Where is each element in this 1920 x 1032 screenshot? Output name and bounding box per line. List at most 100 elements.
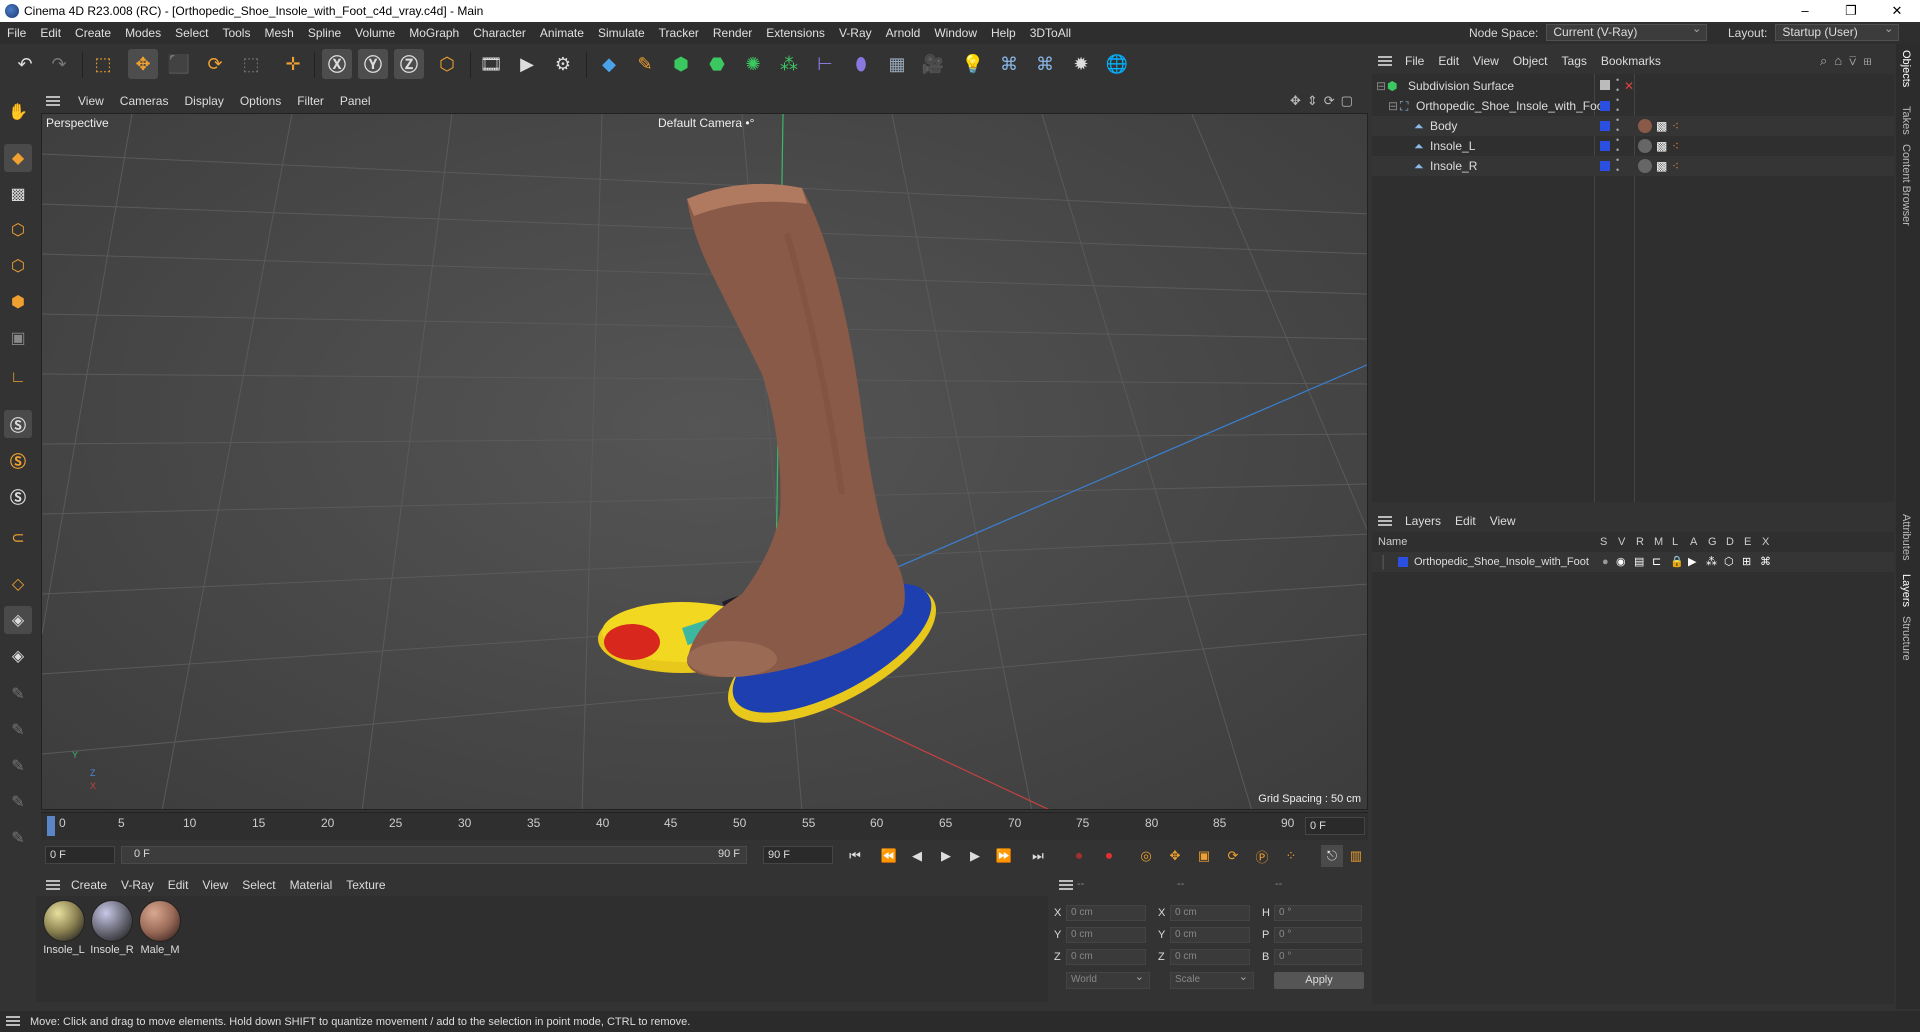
key-rotation-icon[interactable]: ⟳ <box>1222 845 1244 867</box>
layer-menu-edit[interactable]: Edit <box>1448 514 1483 528</box>
uvw-tag-icon[interactable]: ▩ <box>1656 116 1667 136</box>
close-button[interactable]: ✕ <box>1874 0 1920 22</box>
size-z-field[interactable]: 0 cm <box>1170 949 1250 965</box>
workplane-icon[interactable]: ◇ <box>4 570 32 598</box>
render-region-icon[interactable]: 🎞 <box>476 49 506 79</box>
viewport-nav-icon[interactable]: ✥⇕⟳▢ <box>1290 93 1359 109</box>
viewport-menu-view[interactable]: View <box>70 94 112 108</box>
z-axis-lock-icon[interactable]: Ⓩ <box>394 49 424 79</box>
visibility-dots-icon[interactable]: • • <box>1616 135 1619 155</box>
viewport-camera-label[interactable]: Default Camera •° <box>658 116 754 130</box>
timeline-window-icon[interactable]: ▥ <box>1345 845 1367 867</box>
rot-p-field[interactable]: 0 ° <box>1274 927 1362 943</box>
globe-icon[interactable]: 🌐 <box>1102 49 1132 79</box>
menu-help[interactable]: Help <box>984 26 1023 40</box>
redo-icon[interactable]: ↷ <box>44 49 74 79</box>
menu-create[interactable]: Create <box>68 26 118 40</box>
phong-tag-icon[interactable]: ⁖ <box>1672 116 1679 136</box>
material-swatch[interactable]: Male_M <box>137 900 183 956</box>
layer-menu-view[interactable]: View <box>1483 514 1523 528</box>
rot-h-field[interactable]: 0 ° <box>1274 905 1362 921</box>
smooth-icon[interactable]: ✎ <box>4 788 32 816</box>
key-position-icon[interactable]: ✥ <box>1164 845 1186 867</box>
material-menu-create[interactable]: Create <box>64 878 114 892</box>
model-mode-icon[interactable]: ◆ <box>4 144 32 172</box>
camera-icon[interactable]: 🎥 <box>918 49 948 79</box>
viewport-menu-cameras[interactable]: Cameras <box>112 94 177 108</box>
key-scale-icon[interactable]: ▣ <box>1193 845 1215 867</box>
timeline-ruler[interactable]: 0 5 10 15 20 25 30 35 40 45 50 55 60 65 … <box>41 812 1368 840</box>
playhead-marker[interactable] <box>47 816 55 836</box>
layer-xref-icon[interactable]: ⌘ <box>1760 552 1771 572</box>
menu-window[interactable]: Window <box>927 26 984 40</box>
tab-content-browser[interactable]: Content Browser <box>1900 144 1912 226</box>
object-menu-icon[interactable] <box>1378 56 1392 66</box>
object-menu-edit[interactable]: Edit <box>1431 54 1466 68</box>
knife-icon[interactable]: ✎ <box>4 824 32 852</box>
key-parameter-icon[interactable]: Ⓟ <box>1251 845 1273 867</box>
layer-color-swatch[interactable] <box>1398 557 1408 567</box>
layer-color-swatch[interactable] <box>1600 161 1610 171</box>
axis-mode-icon[interactable]: ∟ <box>4 364 32 392</box>
coord-size-mode-dropdown[interactable]: Scale <box>1170 970 1254 989</box>
tab-layers[interactable]: Layers <box>1900 574 1912 607</box>
layer-solo-icon[interactable]: ● <box>1602 552 1609 572</box>
maximize-button[interactable]: ❐ <box>1828 0 1874 22</box>
material-menu-edit[interactable]: Edit <box>161 878 196 892</box>
scale-tool-icon[interactable]: ⬛ <box>164 49 194 79</box>
snap-icon[interactable]: Ⓢ <box>4 410 32 438</box>
light-icon[interactable]: 💡 <box>958 49 988 79</box>
keyframe-selection-icon[interactable]: ◎ <box>1135 845 1157 867</box>
live-selection-icon[interactable]: ⬚ <box>88 49 118 79</box>
floor-icon[interactable]: ▦ <box>882 49 912 79</box>
subdivision-icon[interactable]: ⬢ <box>666 49 696 79</box>
pos-x-field[interactable]: 0 cm <box>1066 905 1146 921</box>
menu-mograph[interactable]: MoGraph <box>402 26 466 40</box>
menu-character[interactable]: Character <box>466 26 533 40</box>
layer-render-icon[interactable]: ▤ <box>1634 552 1644 572</box>
paint-icon[interactable]: ✎ <box>4 716 32 744</box>
motion-path-icon[interactable]: ⎋ <box>1321 845 1343 867</box>
texture-mode-icon[interactable]: ▩ <box>4 180 32 208</box>
material-menu-select[interactable]: Select <box>235 878 282 892</box>
brush-icon[interactable]: ✎ <box>4 752 32 780</box>
menu-render[interactable]: Render <box>706 26 759 40</box>
menu-tools[interactable]: Tools <box>215 26 257 40</box>
layer-row[interactable]: │ Orthopedic_Shoe_Insole_with_Foot ● ◉ ▤… <box>1372 552 1894 572</box>
viewport-menu-filter[interactable]: Filter <box>289 94 332 108</box>
material-tag-icon[interactable] <box>1638 139 1652 153</box>
undo-icon[interactable]: ↶ <box>10 49 40 79</box>
go-to-start-icon[interactable]: ⏮ <box>844 845 866 867</box>
layer-menu-icon[interactable] <box>1378 516 1392 526</box>
menu-select[interactable]: Select <box>168 26 215 40</box>
menu-vray[interactable]: V-Ray <box>832 26 879 40</box>
current-frame-field[interactable]: 0 F <box>1305 817 1365 835</box>
menu-simulate[interactable]: Simulate <box>591 26 652 40</box>
menu-volume[interactable]: Volume <box>348 26 402 40</box>
cloner-icon[interactable]: ⁂ <box>774 49 804 79</box>
cube-icon[interactable]: ◆ <box>594 49 624 79</box>
object-row[interactable]: ⊟ ⬢ Subdivision Surface • • ✕ <box>1372 75 1894 96</box>
autokey-icon[interactable]: ⏺ <box>1098 845 1120 867</box>
disabled-x-icon[interactable]: ✕ <box>1624 76 1634 96</box>
next-key-icon[interactable]: ⏩ <box>993 845 1015 867</box>
rot-b-field[interactable]: 0 ° <box>1274 949 1362 965</box>
layer-deformer-icon[interactable]: ⬡ <box>1724 552 1734 572</box>
python-generator-icon[interactable]: ⌘ <box>1030 49 1060 79</box>
tab-structure[interactable]: Structure <box>1900 616 1912 661</box>
object-menu-object[interactable]: Object <box>1506 54 1555 68</box>
deformer-icon[interactable]: ⊢ <box>810 49 840 79</box>
minimize-button[interactable]: – <box>1782 0 1828 22</box>
move-tool-icon[interactable]: ✥ <box>128 49 158 79</box>
object-row[interactable]: ⏶ Insole_R • • ▩ ⁖ <box>1372 155 1894 176</box>
menu-file[interactable]: File <box>0 26 33 40</box>
object-row[interactable]: ⏶ Body • • ▩ ⁖ <box>1372 115 1894 136</box>
layer-color-swatch[interactable] <box>1600 141 1610 151</box>
material-menu-texture[interactable]: Texture <box>339 878 392 892</box>
material-swatch[interactable]: Insole_R <box>89 900 135 956</box>
edges-mode-icon[interactable]: ⬡ <box>4 252 32 280</box>
menu-modes[interactable]: Modes <box>118 26 168 40</box>
render-view-icon[interactable]: ▶ <box>512 49 542 79</box>
menu-spline[interactable]: Spline <box>301 26 348 40</box>
key-pla-icon[interactable]: ⁘ <box>1280 845 1302 867</box>
